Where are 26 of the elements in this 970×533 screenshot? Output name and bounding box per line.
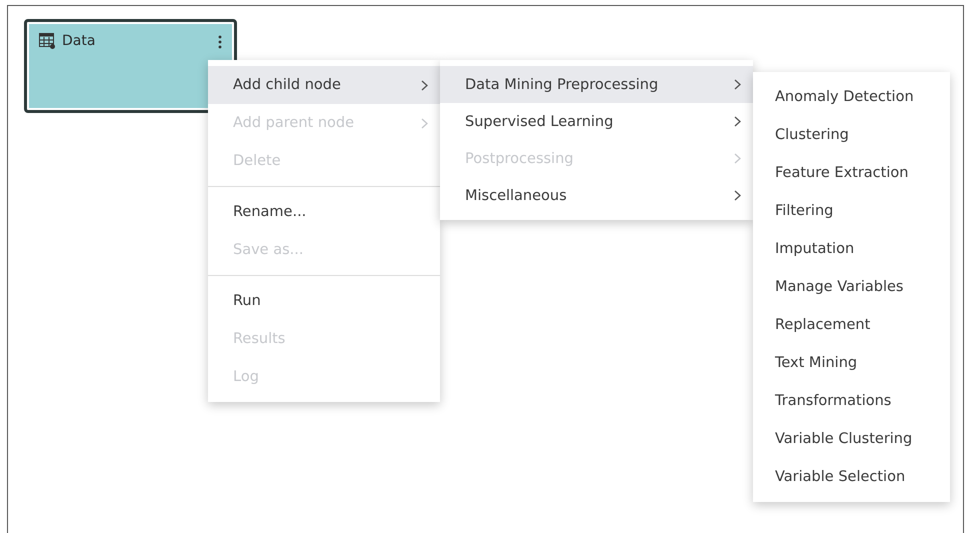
chevron-right-icon bbox=[734, 153, 741, 164]
menu-item[interactable]: Transformations bbox=[753, 382, 950, 420]
menu-item[interactable]: Rename... bbox=[208, 193, 440, 231]
menu-item[interactable]: Run bbox=[208, 282, 440, 320]
chevron-right-icon bbox=[734, 79, 741, 90]
menu-item[interactable]: Imputation bbox=[753, 230, 950, 268]
node-title: Data bbox=[62, 32, 96, 50]
table-icon bbox=[39, 33, 55, 49]
menu-item[interactable]: Filtering bbox=[753, 192, 950, 230]
menu-item[interactable]: Manage Variables bbox=[753, 268, 950, 306]
chevron-right-icon bbox=[734, 190, 741, 201]
menu-item[interactable]: Miscellaneous bbox=[440, 177, 753, 214]
chevron-right-icon bbox=[421, 118, 428, 128]
menu-item[interactable]: Variable Selection bbox=[753, 458, 950, 496]
menu-item[interactable]: Supervised Learning bbox=[440, 103, 753, 140]
menu-item[interactable]: Replacement bbox=[753, 306, 950, 344]
menu-item[interactable]: Add child node bbox=[208, 66, 440, 104]
chevron-right-icon bbox=[734, 116, 741, 127]
menu-item[interactable]: Text Mining bbox=[753, 344, 950, 382]
more-icon[interactable] bbox=[218, 35, 222, 49]
menu-item[interactable]: Feature Extraction bbox=[753, 154, 950, 192]
menu-item[interactable]: Data Mining Preprocessing bbox=[440, 66, 753, 103]
menu-item[interactable]: Variable Clustering bbox=[753, 420, 950, 458]
menu-item[interactable]: Clustering bbox=[753, 116, 950, 154]
chevron-right-icon bbox=[421, 80, 428, 90]
menu-item[interactable]: Anomaly Detection bbox=[753, 78, 950, 116]
